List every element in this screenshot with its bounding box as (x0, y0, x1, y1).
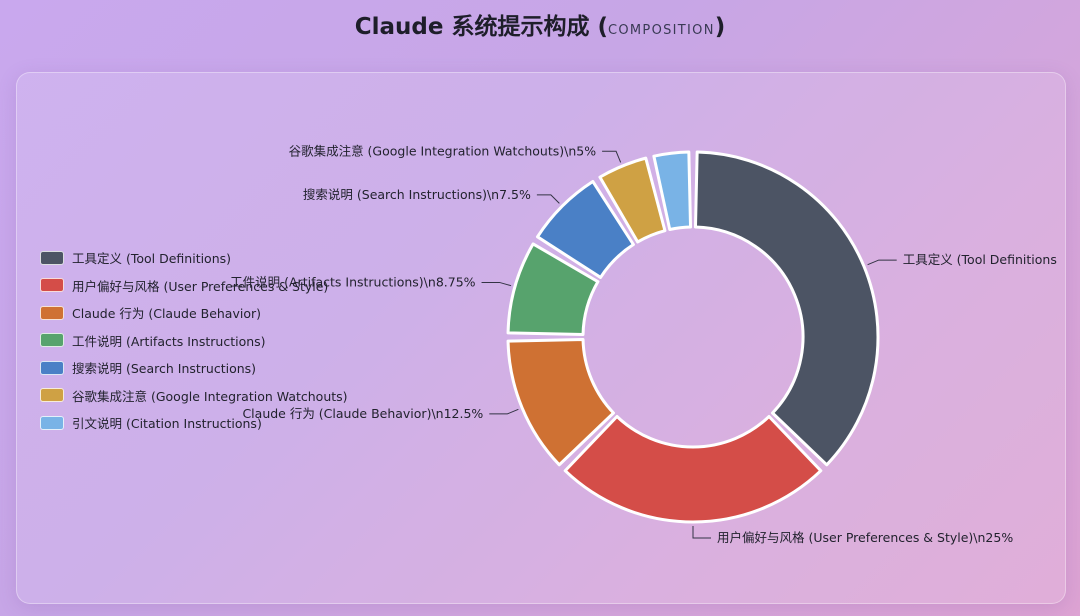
donut-slice[interactable] (563, 415, 823, 524)
label-leader-line (602, 150, 622, 163)
label-leader-line (536, 194, 560, 204)
slice-label: 谷歌集成注意 (Google Integration Watchouts)\n5… (289, 143, 597, 158)
label-leader-line (481, 281, 512, 287)
donut-slice[interactable] (693, 150, 880, 467)
donut-chart: 工具定义 (Tool Definitions 用户偏好与风格 (User Pref… (230, 143, 1057, 545)
label-leader-line (867, 259, 897, 266)
label-leader-line (692, 526, 711, 539)
slice-label: 搜索说明 (Search Instructions)\n7.5% (303, 187, 531, 202)
label-leader-line (489, 408, 519, 415)
slice-label: 工具定义 (Tool Definitions (903, 252, 1057, 267)
slice-label: Claude 行为 (Claude Behavior)\n12.5% (242, 406, 483, 421)
slice-label: 用户偏好与风格 (User Preferences & Style)\n25% (717, 530, 1013, 545)
donut-slices (506, 150, 880, 524)
slice-label: 工件说明 (Artifacts Instructions)\n8.75% (230, 274, 475, 289)
